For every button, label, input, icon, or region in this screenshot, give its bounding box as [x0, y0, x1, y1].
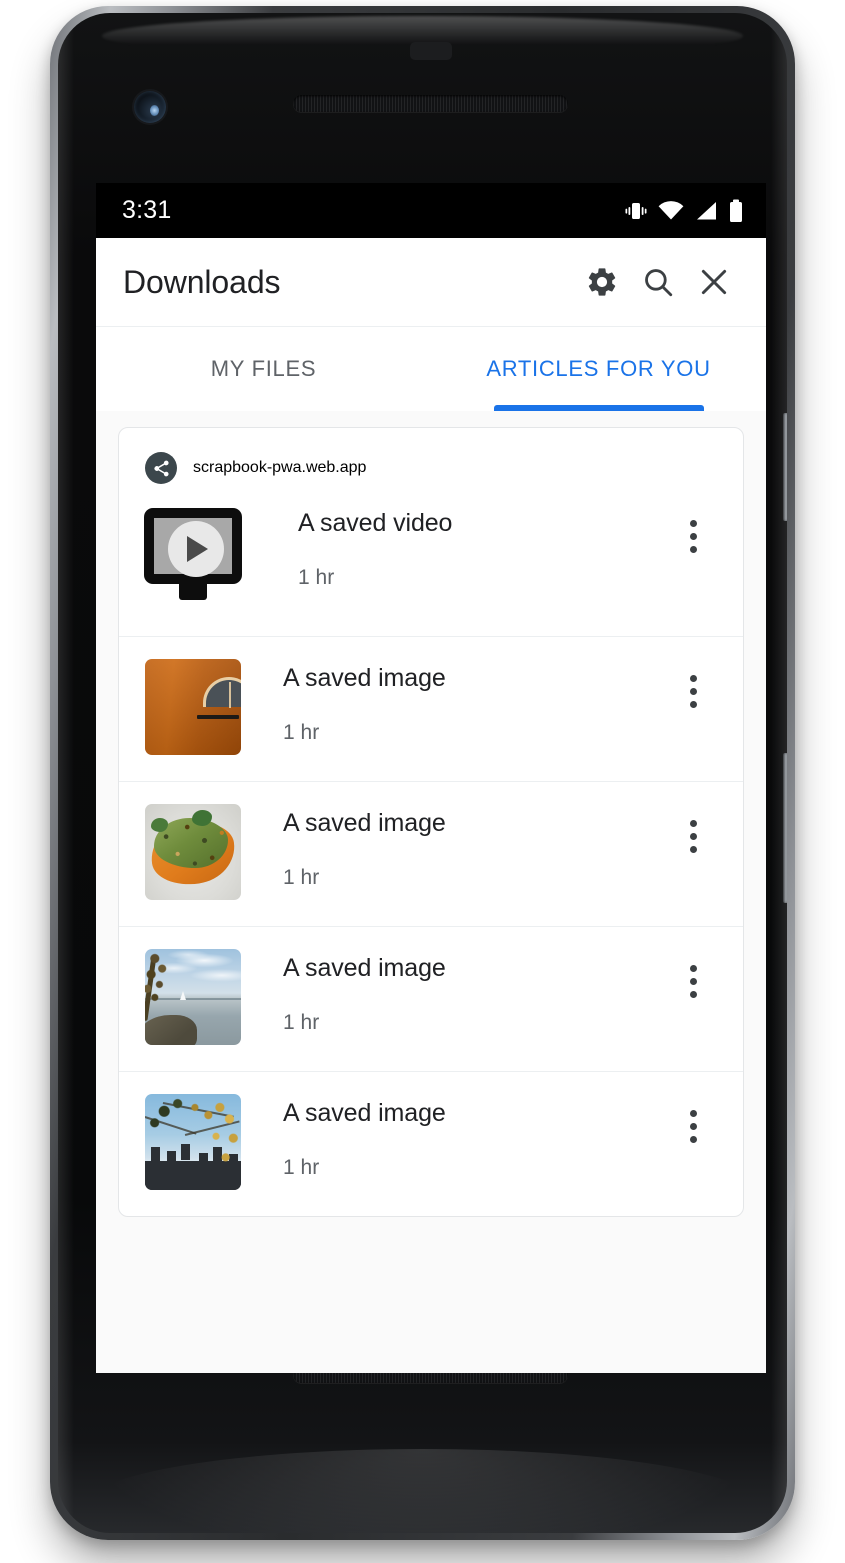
overflow-menu-icon[interactable]: [669, 665, 717, 717]
overflow-menu-icon[interactable]: [669, 955, 717, 1007]
row-subtitle: 1 hr: [298, 565, 335, 589]
overflow-menu-icon[interactable]: [669, 1100, 717, 1152]
gear-icon: [585, 265, 619, 299]
photo-art: [145, 949, 241, 1045]
volume-button[interactable]: [783, 753, 787, 903]
close-button[interactable]: [686, 254, 742, 310]
shoreline-shape: [145, 1015, 197, 1045]
download-row[interactable]: A saved image 1 hr: [119, 781, 743, 926]
search-button[interactable]: [630, 254, 686, 310]
power-button[interactable]: [783, 413, 787, 521]
photo-art: [145, 1094, 241, 1190]
play-triangle-icon: [187, 536, 208, 562]
downloads-app-surface: Downloads MY FILES ARTICLES FOR YOU scra…: [96, 238, 766, 1373]
search-icon: [641, 265, 675, 299]
row-subtitle: 1 hr: [283, 720, 320, 744]
vibrate-icon: [624, 200, 648, 222]
page-title: Downloads: [123, 263, 281, 300]
video-player-icon: [132, 500, 256, 610]
download-row[interactable]: A saved image 1 hr: [119, 1071, 743, 1216]
device-gloss-highlight-bottom: [87, 1449, 758, 1533]
battery-icon: [728, 199, 744, 223]
phone-body: 3:31 Downloads MY FILES ARTICLES FOR YOU…: [58, 13, 787, 1533]
photo-art: [145, 804, 241, 900]
arched-window-shape: [203, 677, 241, 708]
row-text-block: A saved video 1 hr: [256, 500, 669, 590]
row-subtitle: 1 hr: [283, 865, 320, 889]
wifi-icon: [658, 200, 684, 222]
app-toolbar: Downloads: [96, 238, 766, 326]
device-edge-sheen-left: [58, 13, 74, 1533]
row-text-block: A saved image 1 hr: [241, 800, 669, 890]
status-bar-clock: 3:31: [122, 196, 172, 224]
cellular-signal-icon: [694, 200, 718, 222]
autumn-leaves: [145, 1094, 241, 1190]
row-subtitle: 1 hr: [283, 1155, 320, 1179]
status-bar-icons: [624, 199, 744, 223]
overflow-menu-icon[interactable]: [669, 510, 717, 562]
overflow-menu-icon[interactable]: [669, 810, 717, 862]
earpiece-speaker-grille: [293, 95, 568, 112]
row-text-block: A saved image 1 hr: [241, 945, 669, 1035]
row-title: A saved image: [283, 664, 446, 692]
download-row[interactable]: A saved image 1 hr: [119, 926, 743, 1071]
tv-stand-shape: [179, 584, 207, 600]
source-domain-label: scrapbook-pwa.web.app: [193, 459, 367, 476]
window-ledge-shape: [197, 715, 239, 719]
row-title: A saved image: [283, 1099, 446, 1127]
settings-button[interactable]: [574, 254, 630, 310]
download-row[interactable]: A saved video 1 hr: [119, 496, 743, 636]
proximity-sensor: [410, 42, 452, 60]
row-title: A saved video: [298, 509, 453, 537]
lake-shore-photo: [145, 949, 241, 1045]
city-skyline-photo: [145, 1094, 241, 1190]
row-title: A saved image: [283, 954, 446, 982]
photo-art: [145, 659, 241, 755]
share-icon: [145, 452, 177, 484]
orange-wall-photo: [145, 659, 241, 755]
tab-articles-for-you[interactable]: ARTICLES FOR YOU: [431, 326, 766, 411]
phone-device-frame: 3:31 Downloads MY FILES ARTICLES FOR YOU…: [50, 6, 795, 1540]
tree-foliage-shape: [145, 949, 187, 1019]
phone-screen: 3:31 Downloads MY FILES ARTICLES FOR YOU…: [96, 183, 766, 1373]
front-camera-icon: [134, 91, 166, 123]
tab-my-files[interactable]: MY FILES: [96, 326, 431, 411]
avocado-toast-photo: [145, 804, 241, 900]
status-bar: 3:31: [96, 183, 766, 238]
row-title: A saved image: [283, 809, 446, 837]
downloads-list-scroll[interactable]: scrapbook-pwa.web.app A saved video 1 hr…: [96, 411, 766, 1373]
tab-articles-for-you-label: ARTICLES FOR YOU: [486, 355, 711, 381]
card-source-header: scrapbook-pwa.web.app: [119, 428, 743, 496]
row-subtitle: 1 hr: [283, 1010, 320, 1034]
row-text-block: A saved image 1 hr: [241, 1090, 669, 1180]
herb-leaf: [151, 818, 168, 832]
row-text-block: A saved image 1 hr: [241, 655, 669, 745]
close-icon: [697, 265, 731, 299]
download-group-card: scrapbook-pwa.web.app A saved video 1 hr…: [118, 427, 744, 1217]
tab-bar: MY FILES ARTICLES FOR YOU: [96, 326, 766, 411]
download-row[interactable]: A saved image 1 hr: [119, 636, 743, 781]
tab-my-files-label: MY FILES: [210, 355, 317, 381]
